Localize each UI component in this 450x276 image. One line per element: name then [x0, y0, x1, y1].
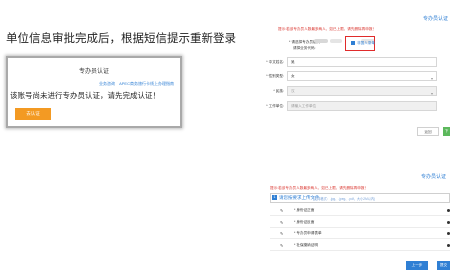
go-certify-button[interactable]: 去认证 [15, 108, 51, 120]
field-label-name: * 中文姓名: [266, 60, 284, 64]
upload-row-label: * 社保缴纳证明 [294, 243, 318, 247]
modal-link-consult[interactable]: 业务咨询 [99, 81, 115, 86]
back-button[interactable]: 返回 [417, 127, 439, 136]
name-input[interactable]: 吴 [287, 57, 437, 67]
modal-link-guide[interactable]: APEC商务旅行卡线上办理指南 [119, 81, 174, 86]
option-pill[interactable] [330, 39, 342, 43]
workplace-input[interactable]: 请输入工作单位 [287, 101, 437, 111]
pin-icon: ✎ [280, 220, 284, 225]
prev-step-button[interactable]: 上一步 [406, 261, 428, 270]
upload-row[interactable]: ✎ * 专办员申请表单 [270, 228, 450, 239]
ethnicity-select[interactable]: 汉 ▾ [287, 86, 437, 96]
upload-hint: (支持格式：.jpg、.jpeg、.pdf，大小2M以内) [313, 197, 376, 201]
modal-links: 业务咨询 APEC商务旅行卡线上办理指南 [8, 81, 180, 87]
certification-modal: 专办员认证 业务咨询 APEC商务旅行卡线上办理指南 该账号尚未进行专办员认证，… [6, 56, 182, 128]
form-warning-bottom: 提示:若该专办员人数最多两人，如已上限，请先删除再申报！ [270, 186, 369, 190]
chevron-down-icon: ▾ [430, 76, 433, 81]
field-label-gender: * 性别类型: [266, 74, 284, 78]
select-label-business: 请择业务代码: [293, 46, 316, 50]
upload-row-label: * 身份证反面 [294, 220, 315, 224]
modal-title: 专办员认证 [78, 69, 109, 75]
gender-select[interactable]: 女 ▾ [287, 71, 437, 81]
non-citizen-label: 非国人录单 [357, 41, 375, 45]
tab-certification-top[interactable]: 专办员认证 [423, 15, 448, 22]
pin-icon: ✎ [280, 231, 284, 236]
upload-row[interactable]: ✎ * 身份证反面 [270, 217, 450, 228]
submit-button[interactable]: 提交 [437, 261, 450, 270]
field-label-workplace: * 工作单位: [266, 104, 284, 108]
upload-row[interactable]: ✎ * 社保缴纳证明 [270, 240, 450, 251]
pin-icon: ✎ [280, 243, 284, 248]
upload-row[interactable]: ✎ * 身份证正面 [270, 205, 450, 216]
upload-row-label: * 身份证正面 [294, 208, 315, 212]
pin-icon: ✎ [280, 208, 284, 213]
upload-step-badge: 1 [272, 195, 277, 200]
page-heading: 单位信息审批完成后，根据短信提示重新登录 [6, 33, 236, 45]
tab-certification-bottom[interactable]: 专办员认证 [421, 173, 446, 180]
option-pill[interactable] [314, 39, 328, 43]
chevron-down-icon: ▾ [430, 91, 433, 96]
non-citizen-checkbox[interactable] [351, 41, 355, 45]
field-label-ethnicity: * 民族: [273, 89, 284, 93]
next-button-top[interactable]: 下 [443, 127, 450, 136]
modal-message: 该账号尚未进行专办员认证，请先完成认证！ [10, 91, 160, 100]
upload-row-label: * 专办员申请表单 [294, 231, 322, 235]
form-warning-top: 提示:若该专办员人数最多两人，如已上限，请先删除再申报！ [278, 27, 377, 31]
